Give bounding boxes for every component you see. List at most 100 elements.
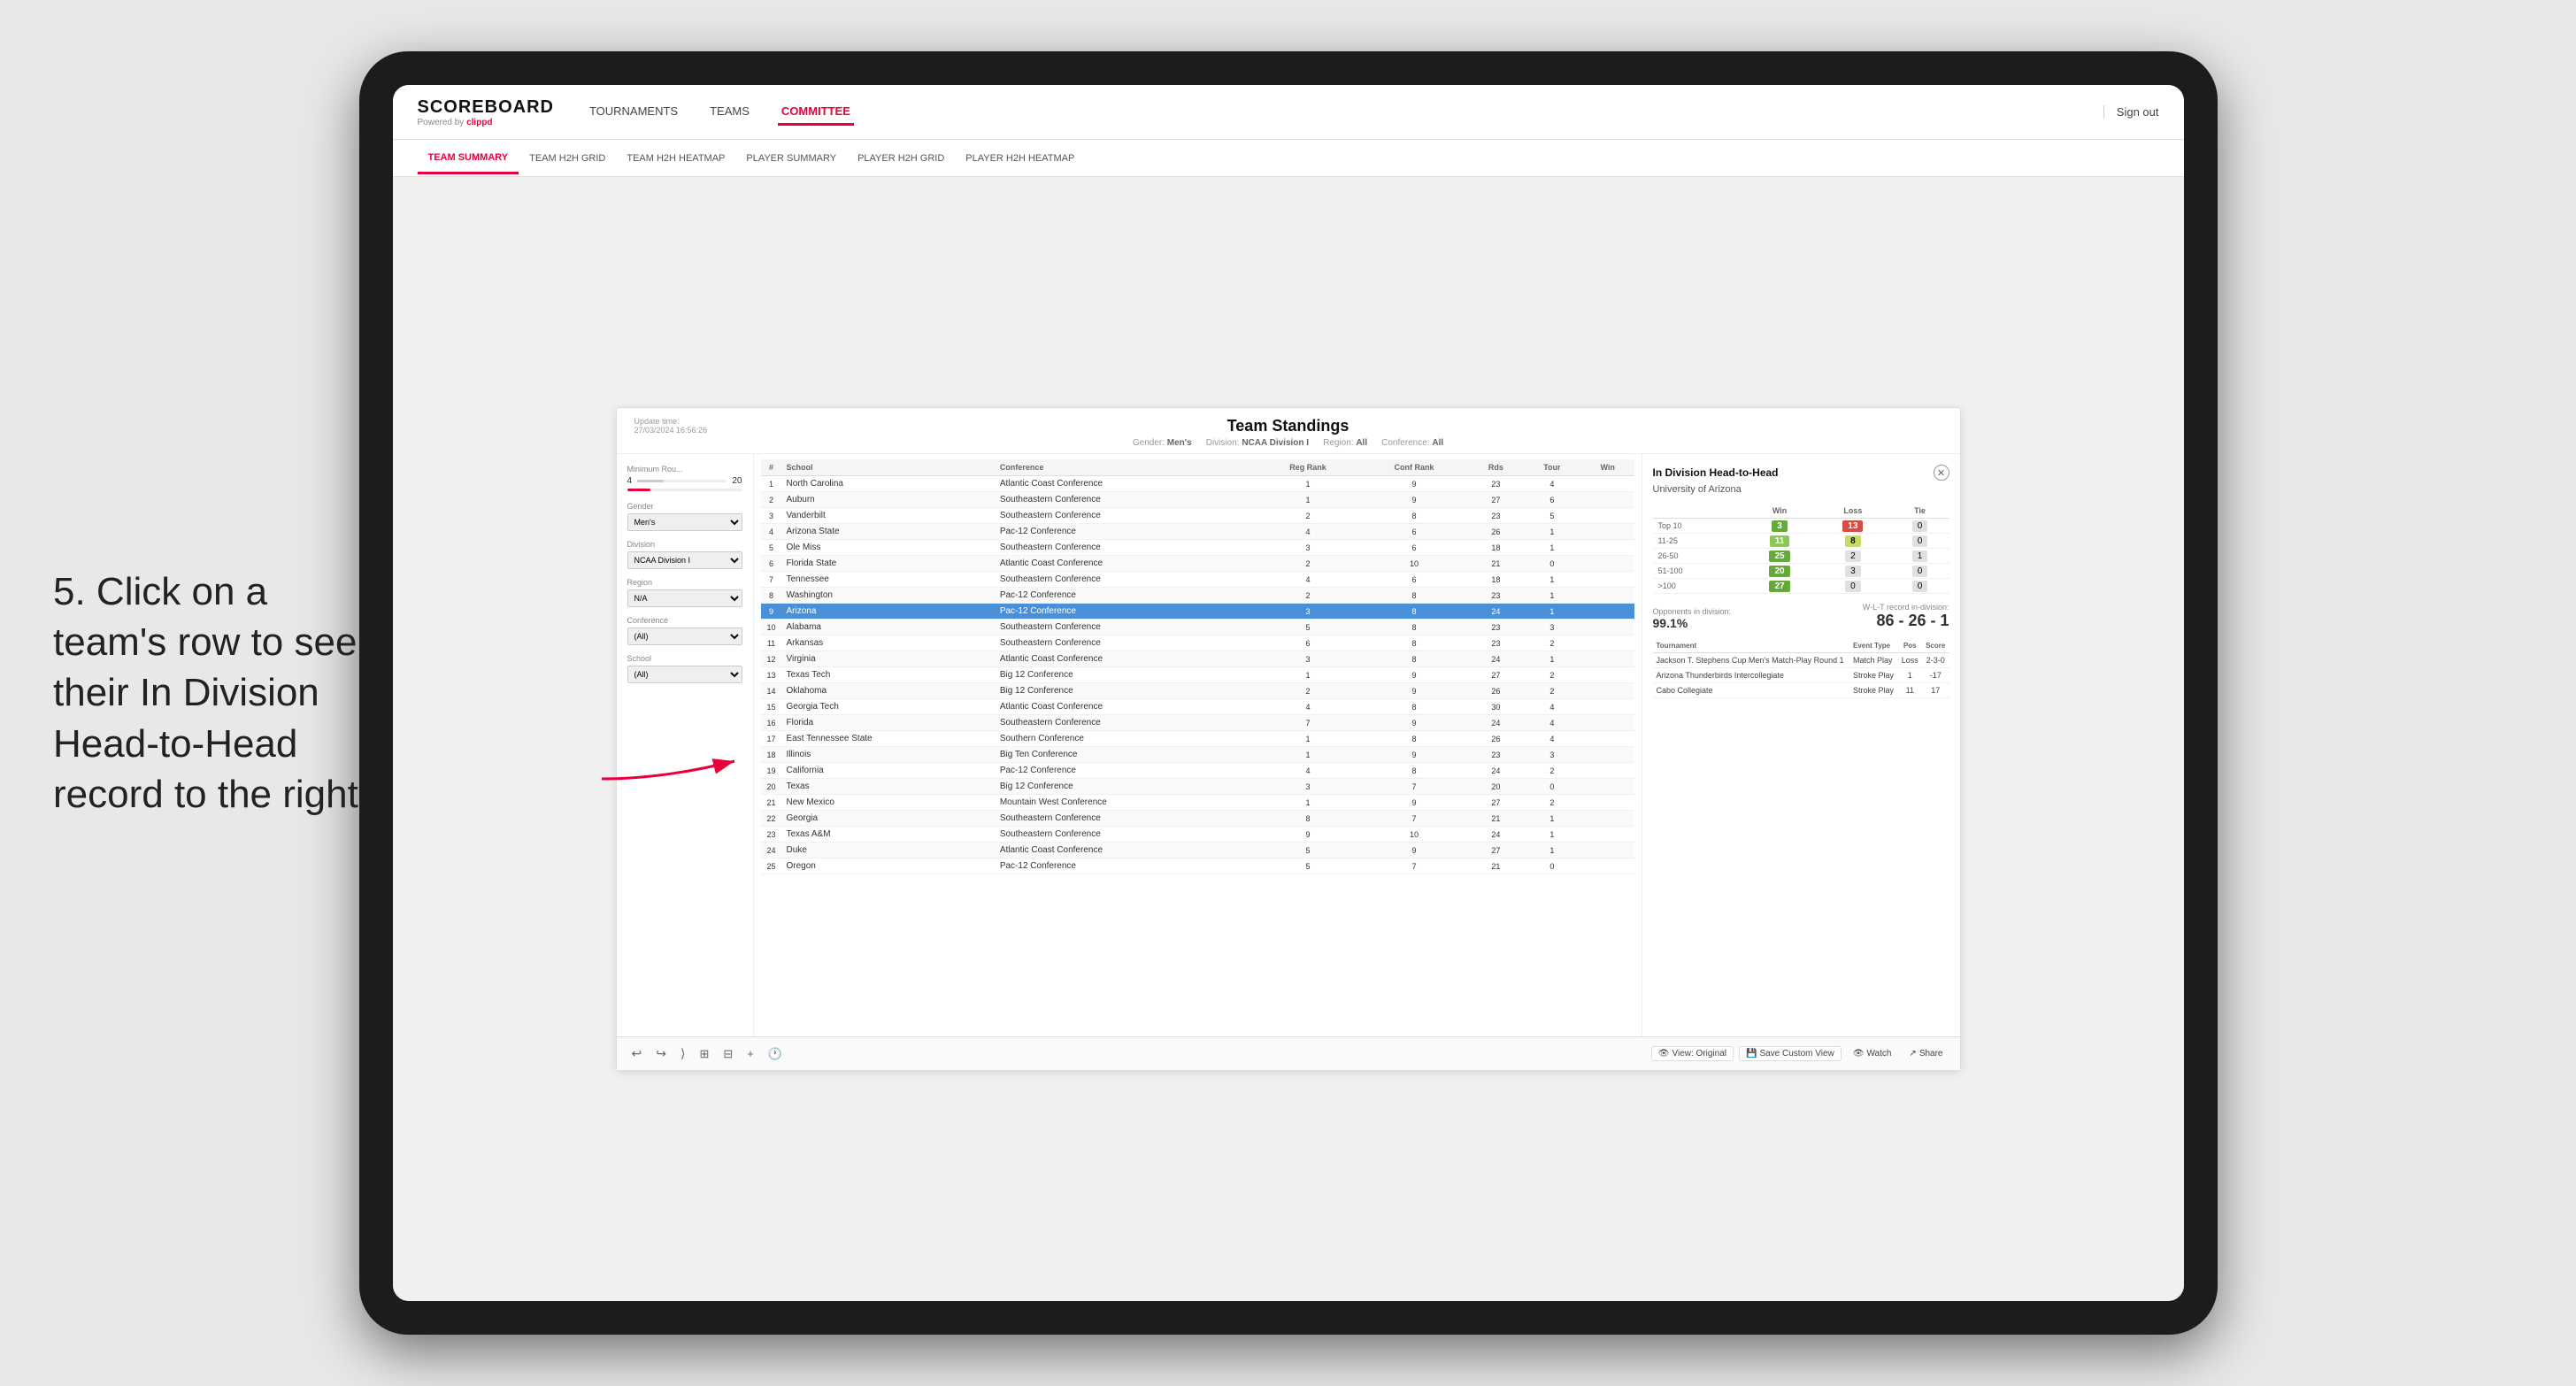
table-row[interactable]: 4 Arizona State Pac-12 Conference 4 6 26… — [761, 524, 1634, 540]
logo-text: SCOREBOARD — [418, 97, 554, 118]
table-row[interactable]: 10 Alabama Southeastern Conference 5 8 2… — [761, 620, 1634, 635]
table-row[interactable]: 24 Duke Atlantic Coast Conference 5 9 27… — [761, 843, 1634, 859]
h2h-row-top10: Top 10 3 13 0 — [1653, 519, 1949, 534]
redo-btn[interactable]: ↪ — [651, 1044, 671, 1063]
update-time-value: 27/03/2024 16:56:26 — [634, 426, 741, 435]
tournament-row: Jackson T. Stephens Cup Men's Match-Play… — [1653, 653, 1949, 668]
bottom-toolbar: ↩ ↪ ⟩ ⊞ ⊟ + 🕐 👁 View: Original � — [617, 1036, 1960, 1070]
filter-conference-label: Conference — [627, 616, 742, 625]
filter-gender-label: Gender — [627, 502, 742, 511]
table-row[interactable]: 7 Tennessee Southeastern Conference 4 6 … — [761, 572, 1634, 588]
table-row[interactable]: 15 Georgia Tech Atlantic Coast Conferenc… — [761, 699, 1634, 715]
subnav-player-h2h-grid[interactable]: PLAYER H2H GRID — [847, 144, 955, 173]
h2h-table: Win Loss Tie Top 10 3 — [1653, 504, 1949, 594]
tablet-frame: SCOREBOARD Powered by clippd TOURNAMENTS… — [359, 51, 2218, 1335]
update-time-label: Update time: — [634, 417, 741, 426]
filter-gender: Gender Men's — [627, 502, 742, 531]
panel-title-section: Team Standings Gender: Men's Division: N… — [1133, 417, 1443, 448]
opponents-stats: Opponents in division: 99.1% W-L-T recor… — [1653, 603, 1949, 630]
opponents-pct: 99.1% — [1653, 616, 1732, 630]
filter-conference: Conference (All) — [627, 616, 742, 645]
table-row[interactable]: 2 Auburn Southeastern Conference 1 9 27 … — [761, 492, 1634, 508]
share-btn[interactable]: ↗ Share — [1903, 1047, 1949, 1060]
h2h-title: In Division Head-to-Head — [1653, 466, 1779, 479]
min-rounds-max: 20 — [732, 476, 742, 486]
nav-items: TOURNAMENTS TEAMS COMMITTEE — [586, 99, 2103, 126]
table-area: # School Conference Reg Rank Conf Rank R… — [754, 454, 1642, 1036]
table-row[interactable]: 6 Florida State Atlantic Coast Conferenc… — [761, 556, 1634, 572]
table-row[interactable]: 23 Texas A&M Southeastern Conference 9 1… — [761, 827, 1634, 843]
school-select[interactable]: (All) — [627, 666, 742, 683]
logo-subtext: Powered by clippd — [418, 118, 554, 127]
sign-out[interactable]: Sign out — [2103, 105, 2159, 119]
nav-tournaments[interactable]: TOURNAMENTS — [586, 99, 681, 126]
undo-btn[interactable]: ↩ — [627, 1044, 647, 1063]
nav-committee[interactable]: COMMITTEE — [778, 99, 854, 126]
region-select[interactable]: N/A — [627, 589, 742, 607]
table-row[interactable]: 1 North Carolina Atlantic Coast Conferen… — [761, 476, 1634, 492]
paste-btn[interactable]: ⊟ — [719, 1045, 737, 1063]
table-row[interactable]: 21 New Mexico Mountain West Conference 1… — [761, 795, 1634, 811]
tournament-row: Arizona Thunderbirds Intercollegiate Str… — [1653, 668, 1949, 683]
table-row[interactable]: 18 Illinois Big Ten Conference 1 9 23 3 — [761, 747, 1634, 763]
subnav-team-h2h-grid[interactable]: TEAM H2H GRID — [519, 144, 616, 173]
subnav-player-h2h-heatmap[interactable]: PLAYER H2H HEATMAP — [955, 144, 1085, 173]
table-row[interactable]: 9 Arizona Pac-12 Conference 3 8 24 1 — [761, 604, 1634, 620]
table-row[interactable]: 17 East Tennessee State Southern Confere… — [761, 731, 1634, 747]
table-row[interactable]: 25 Oregon Pac-12 Conference 5 7 21 0 — [761, 859, 1634, 874]
table-header-row: # School Conference Reg Rank Conf Rank R… — [761, 459, 1634, 476]
logo: SCOREBOARD Powered by clippd — [418, 97, 554, 127]
h2h-row-11-25: 11-25 11 8 0 — [1653, 534, 1949, 549]
filter-region: Region N/A — [627, 578, 742, 607]
h2h-row-100plus: >100 27 0 0 — [1653, 579, 1949, 594]
copy-btn[interactable]: ⊞ — [695, 1045, 713, 1063]
subnav-team-summary[interactable]: TEAM SUMMARY — [418, 143, 519, 174]
panel-subtitle: Gender: Men's Division: NCAA Division I … — [1133, 438, 1443, 448]
h2h-team-name: University of Arizona — [1653, 484, 1949, 495]
table-row[interactable]: 8 Washington Pac-12 Conference 2 8 23 1 — [761, 588, 1634, 604]
standings-table: # School Conference Reg Rank Conf Rank R… — [761, 459, 1634, 874]
table-row[interactable]: 14 Oklahoma Big 12 Conference 2 9 26 2 — [761, 683, 1634, 699]
subnav-player-summary[interactable]: PLAYER SUMMARY — [735, 144, 847, 173]
h2h-panel: In Division Head-to-Head ✕ University of… — [1642, 454, 1960, 1036]
table-row[interactable]: 5 Ole Miss Southeastern Conference 3 6 1… — [761, 540, 1634, 556]
view-original-btn[interactable]: 👁 View: Original — [1651, 1046, 1734, 1061]
min-rounds-value: 4 — [627, 476, 633, 486]
nav-teams[interactable]: TEAMS — [706, 99, 753, 126]
filter-school: School (All) — [627, 654, 742, 683]
arrow-indicator — [593, 735, 752, 788]
table-row[interactable]: 20 Texas Big 12 Conference 3 7 20 0 — [761, 779, 1634, 795]
clock-btn[interactable]: 🕐 — [764, 1045, 787, 1063]
tournament-row: Cabo Collegiate Stroke Play 11 17 — [1653, 683, 1949, 698]
opponents-label: Opponents in division: — [1653, 607, 1732, 616]
annotation-text: 5. Click on a team's row to see their In… — [53, 566, 389, 820]
table-row[interactable]: 19 California Pac-12 Conference 4 8 24 2 — [761, 763, 1634, 779]
table-row[interactable]: 16 Florida Southeastern Conference 7 9 2… — [761, 715, 1634, 731]
filter-min-rounds: Minimum Rou... 4 20 — [627, 465, 742, 491]
main-content: Update time: 27/03/2024 16:56:26 Team St… — [393, 177, 2184, 1301]
table-row[interactable]: 22 Georgia Southeastern Conference 8 7 2… — [761, 811, 1634, 827]
h2h-row-26-50: 26-50 25 2 1 — [1653, 549, 1949, 564]
panel-header: Update time: 27/03/2024 16:56:26 Team St… — [617, 408, 1960, 454]
save-custom-btn[interactable]: 💾 Save Custom View — [1739, 1046, 1842, 1061]
filter-school-label: School — [627, 654, 742, 663]
table-row[interactable]: 11 Arkansas Southeastern Conference 6 8 … — [761, 635, 1634, 651]
panel-title: Team Standings — [1133, 417, 1443, 435]
close-button[interactable]: ✕ — [1934, 465, 1949, 481]
subnav-team-h2h-heatmap[interactable]: TEAM H2H HEATMAP — [616, 144, 735, 173]
gender-select[interactable]: Men's — [627, 513, 742, 531]
top-nav: SCOREBOARD Powered by clippd TOURNAMENTS… — [393, 85, 2184, 140]
filter-division: Division NCAA Division I — [627, 540, 742, 569]
filter-division-label: Division — [627, 540, 742, 549]
h2h-header: In Division Head-to-Head ✕ — [1653, 465, 1949, 481]
conference-select[interactable]: (All) — [627, 628, 742, 645]
wl-record: 86 - 26 - 1 — [1863, 612, 1949, 630]
table-row[interactable]: 12 Virginia Atlantic Coast Conference 3 … — [761, 651, 1634, 667]
watch-btn[interactable]: 👁 Watch — [1847, 1047, 1898, 1060]
tournament-table: Tournament Event Type Pos Score Jackson … — [1653, 639, 1949, 698]
table-row[interactable]: 3 Vanderbilt Southeastern Conference 2 8… — [761, 508, 1634, 524]
forward-btn[interactable]: ⟩ — [676, 1044, 689, 1063]
add-btn[interactable]: + — [742, 1045, 758, 1062]
table-row[interactable]: 13 Texas Tech Big 12 Conference 1 9 27 2 — [761, 667, 1634, 683]
division-select[interactable]: NCAA Division I — [627, 551, 742, 569]
